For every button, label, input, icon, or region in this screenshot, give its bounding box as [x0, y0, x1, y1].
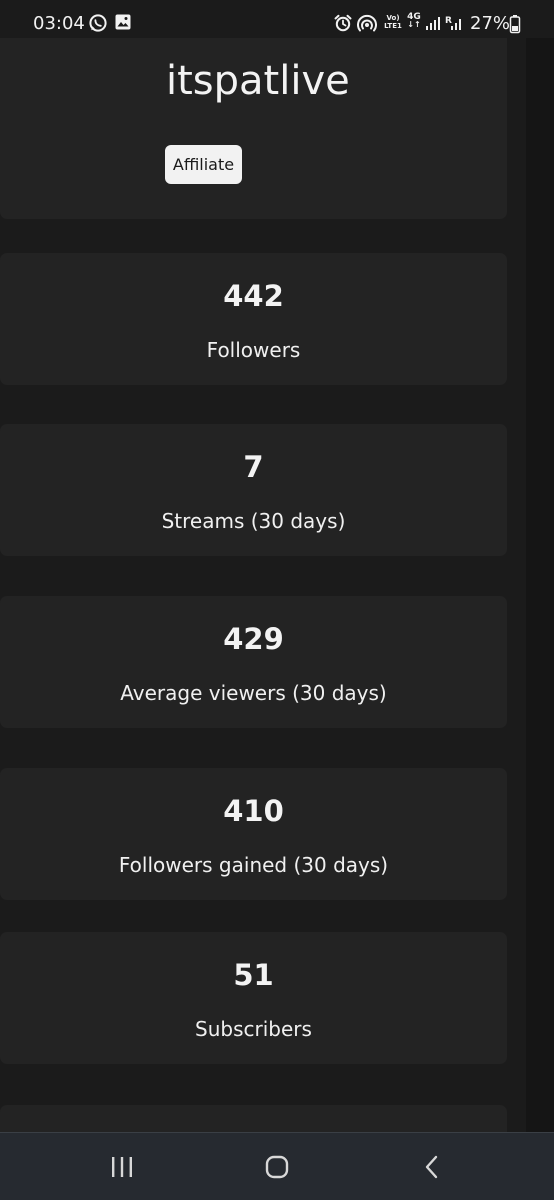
back-icon [425, 1155, 438, 1179]
profile-card: itspatlive Affiliate [0, 38, 507, 219]
stat-value: 429 [223, 622, 284, 656]
recent-apps-button[interactable] [92, 1147, 152, 1187]
stat-value: 7 [243, 450, 264, 484]
volte-label: Vo) [386, 14, 400, 22]
affiliate-badge-button[interactable]: Affiliate [165, 145, 242, 184]
stat-value: 51 [233, 958, 274, 992]
system-navigation-bar [0, 1132, 554, 1200]
page-margin [526, 38, 554, 1132]
channel-name: itspatlive [166, 58, 350, 104]
volte-icon: Vo) LTE1 [381, 14, 405, 30]
whatsapp-icon [88, 13, 108, 37]
stat-label: Streams (30 days) [161, 509, 346, 533]
stat-value: 410 [223, 794, 284, 828]
back-button[interactable] [402, 1147, 462, 1187]
lte-label: LTE1 [384, 22, 402, 30]
stat-card-average-viewers: 429 Average viewers (30 days) [0, 596, 507, 728]
hotspot-icon [357, 14, 377, 36]
stat-card-followers-gained: 410 Followers gained (30 days) [0, 768, 507, 900]
signal-icon [425, 15, 441, 35]
stat-label: Average viewers (30 days) [120, 681, 387, 705]
stat-card-subscribers: 51 Subscribers [0, 932, 507, 1064]
battery-icon [509, 14, 521, 38]
status-bar: 03:04 Vo) LTE1 4G ↓↑ R 27% [0, 0, 554, 38]
channel-stats-page[interactable]: itspatlive Affiliate 442 Followers 7 Str… [0, 38, 526, 1132]
stat-card-followers: 442 Followers [0, 253, 507, 385]
network-type-icon: 4G ↓↑ [407, 12, 421, 29]
alarm-icon [334, 14, 352, 36]
recent-apps-icon [112, 1157, 132, 1177]
svg-text:R: R [445, 16, 452, 26]
gallery-icon [114, 13, 132, 35]
battery-percent: 27% [470, 13, 511, 34]
home-icon [265, 1155, 289, 1179]
stat-label: Subscribers [195, 1017, 312, 1041]
stat-label: Followers gained (30 days) [118, 853, 389, 877]
home-button[interactable] [247, 1147, 307, 1187]
status-time: 03:04 [33, 13, 85, 34]
roaming-signal-icon: R [445, 15, 465, 35]
stat-label: Followers [206, 338, 301, 362]
stat-card-streams: 7 Streams (30 days) [0, 424, 507, 556]
stat-card-partial [0, 1105, 507, 1132]
stat-value: 442 [223, 279, 284, 313]
